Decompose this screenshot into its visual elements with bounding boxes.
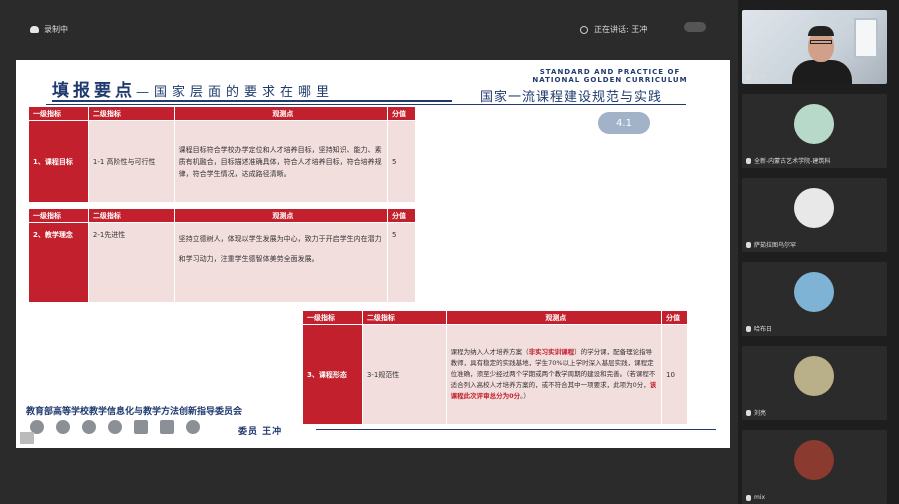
subtitle-icon[interactable] [160, 420, 174, 434]
table-row: 3、课程形态 3-1规范性 课程为纳入人才培养方案（非实习实训课程）的学分课，配… [302, 324, 688, 425]
person-hair [808, 26, 834, 36]
english-title-line2: NATIONAL GOLDEN CURRICULUM [532, 76, 688, 84]
cell-level2: 2-1先进性 [87, 222, 175, 303]
person-body [792, 60, 852, 84]
participant-panel: 王冲 全新-内蒙古艺术学院-建筑科 萨茹拉图乌尔罕 哈布日 刘亮 mix [738, 0, 899, 504]
participant-name: 哈布日 [754, 326, 773, 333]
next-slide-icon[interactable] [56, 420, 70, 434]
cell-score: 5 [387, 222, 416, 303]
speaking-label: 正在讲话: 王冲 [594, 25, 648, 34]
mic-icon [746, 325, 751, 332]
header-level1: 一级指标 [28, 208, 89, 223]
participant-label: 萨茹拉图乌尔罕 [746, 240, 796, 249]
observation-text-a: 课程为纳入人才培养方案（ [450, 348, 529, 356]
cloud-record-icon [30, 26, 39, 33]
slide-title-sub: —国家层面的要求在哪里 [136, 85, 335, 100]
cell-observation: 课程目标符合学校办学定位和人才培养目标，坚持知识、能力、素质有机融合，目标描述准… [173, 120, 389, 203]
header-level2: 二级指标 [361, 310, 447, 325]
avatar [794, 440, 834, 480]
mic-icon [746, 157, 751, 164]
header-level2: 二级指标 [87, 208, 175, 223]
observation-text-c: 。） [520, 392, 530, 400]
participant-tile[interactable]: 王冲 [742, 10, 887, 84]
cell-level1: 2、教学理念 [28, 222, 89, 303]
chinese-subtitle: 国家一流课程建设规范与实践 [480, 90, 663, 105]
participant-name: 王冲 [754, 74, 767, 81]
avatar [794, 104, 834, 144]
table-row: 1、课程目标 1-1 高阶性与可行性 课程目标符合学校办学定位和人才培养目标，坚… [28, 120, 416, 203]
recording-label: 录制中 [44, 25, 68, 34]
header-level1: 一级指标 [28, 106, 89, 121]
clock-icon [580, 25, 588, 34]
mic-icon [746, 494, 751, 501]
slide-title-main: 填报要点 [52, 81, 136, 101]
cell-level2: 1-1 高阶性与可行性 [87, 120, 175, 203]
participant-name: 萨茹拉图乌尔罕 [754, 242, 797, 249]
table-row: 2、教学理念 2-1先进性 坚持立德树人，体现以学生发展为中心，致力于开启学生内… [28, 222, 416, 303]
participant-label: 王冲 [746, 72, 766, 81]
participant-name: 全新-内蒙古艺术学院-建筑科 [754, 158, 831, 165]
camera-icon[interactable] [134, 420, 148, 434]
english-title: STANDARD AND PRACTICE OF NATIONAL GOLDEN… [522, 68, 698, 84]
avatar [794, 272, 834, 312]
participant-tile[interactable]: 全新-内蒙古艺术学院-建筑科 [742, 94, 887, 168]
background-window [854, 18, 878, 58]
header-score: 分值 [661, 310, 688, 325]
person-glasses [810, 40, 832, 44]
header-observation: 观测点 [445, 310, 663, 325]
header-observation: 观测点 [173, 208, 389, 223]
criteria-table-2: 一级指标 二级指标 观测点 分值 2、教学理念 2-1先进性 坚持立德树人，体现… [28, 208, 416, 303]
participant-name: mix [754, 494, 766, 501]
footer-line [316, 429, 716, 430]
cell-level2: 3-1规范性 [361, 324, 447, 425]
title-underline [52, 100, 452, 102]
criteria-table-1: 一级指标 二级指标 观测点 分值 1、课程目标 1-1 高阶性与可行性 课程目标… [28, 106, 416, 203]
participant-label: 刘亮 [746, 408, 766, 417]
more-icon[interactable] [186, 420, 200, 434]
participant-label: 哈布日 [746, 324, 772, 333]
meeting-screen: 录制中 正在讲话: 王冲 填报要点—国家层面的要求在哪里 STANDARD AN… [0, 0, 899, 504]
pen-icon[interactable] [82, 420, 96, 434]
header-level1: 一级指标 [302, 310, 363, 325]
focus-icon[interactable] [108, 420, 122, 434]
cell-observation: 课程为纳入人才培养方案（非实习实训课程）的学分课，配备理论指导教师，具有稳定的实… [445, 324, 663, 425]
menu-icon[interactable] [20, 432, 34, 444]
participant-label: mix [746, 494, 765, 501]
view-toggle-icon[interactable] [684, 22, 706, 32]
recording-indicator[interactable]: 录制中 [30, 24, 68, 35]
mic-icon [746, 241, 751, 248]
avatar [794, 188, 834, 228]
footer-presenter: 委员 王冲 [238, 427, 283, 437]
mic-icon [746, 73, 751, 80]
header-score: 分值 [387, 208, 416, 223]
cell-score: 10 [661, 324, 688, 425]
meeting-topbar: 录制中 正在讲话: 王冲 [0, 0, 738, 54]
participant-label: 全新-内蒙古艺术学院-建筑科 [746, 156, 830, 165]
participant-tile[interactable]: 萨茹拉图乌尔罕 [742, 178, 887, 252]
cell-level1: 3、课程形态 [302, 324, 363, 425]
avatar [794, 356, 834, 396]
page-indicator[interactable]: 4.1 [598, 112, 650, 134]
participant-name: 刘亮 [754, 410, 767, 417]
mic-icon [746, 409, 751, 416]
cell-level1: 1、课程目标 [28, 120, 89, 203]
speaking-indicator: 正在讲话: 王冲 [580, 24, 647, 35]
footer-organization: 教育部高等学校教学信息化与教学方法创新指导委员会 [26, 407, 243, 417]
shared-slide: 填报要点—国家层面的要求在哪里 STANDARD AND PRACTICE OF… [16, 60, 730, 448]
slide-toolbar [30, 420, 200, 434]
criteria-table-3: 一级指标 二级指标 观测点 分值 3、课程形态 3-1规范性 课程为纳入人才培养… [302, 310, 688, 425]
header-score: 分值 [387, 106, 416, 121]
header-observation: 观测点 [173, 106, 389, 121]
participant-tile[interactable]: 刘亮 [742, 346, 887, 420]
cell-score: 5 [387, 120, 416, 203]
slide-title: 填报要点—国家层面的要求在哪里 [52, 76, 334, 101]
participant-tile[interactable]: 哈布日 [742, 262, 887, 336]
observation-highlight-1: 非实习实训课程 [528, 348, 575, 356]
participant-tile[interactable]: mix [742, 430, 887, 504]
cell-observation: 坚持立德树人，体现以学生发展为中心，致力于开启学生内在潜力和学习动力，注重学生德… [173, 222, 389, 303]
header-level2: 二级指标 [87, 106, 175, 121]
english-title-line1: STANDARD AND PRACTICE OF [539, 68, 681, 76]
